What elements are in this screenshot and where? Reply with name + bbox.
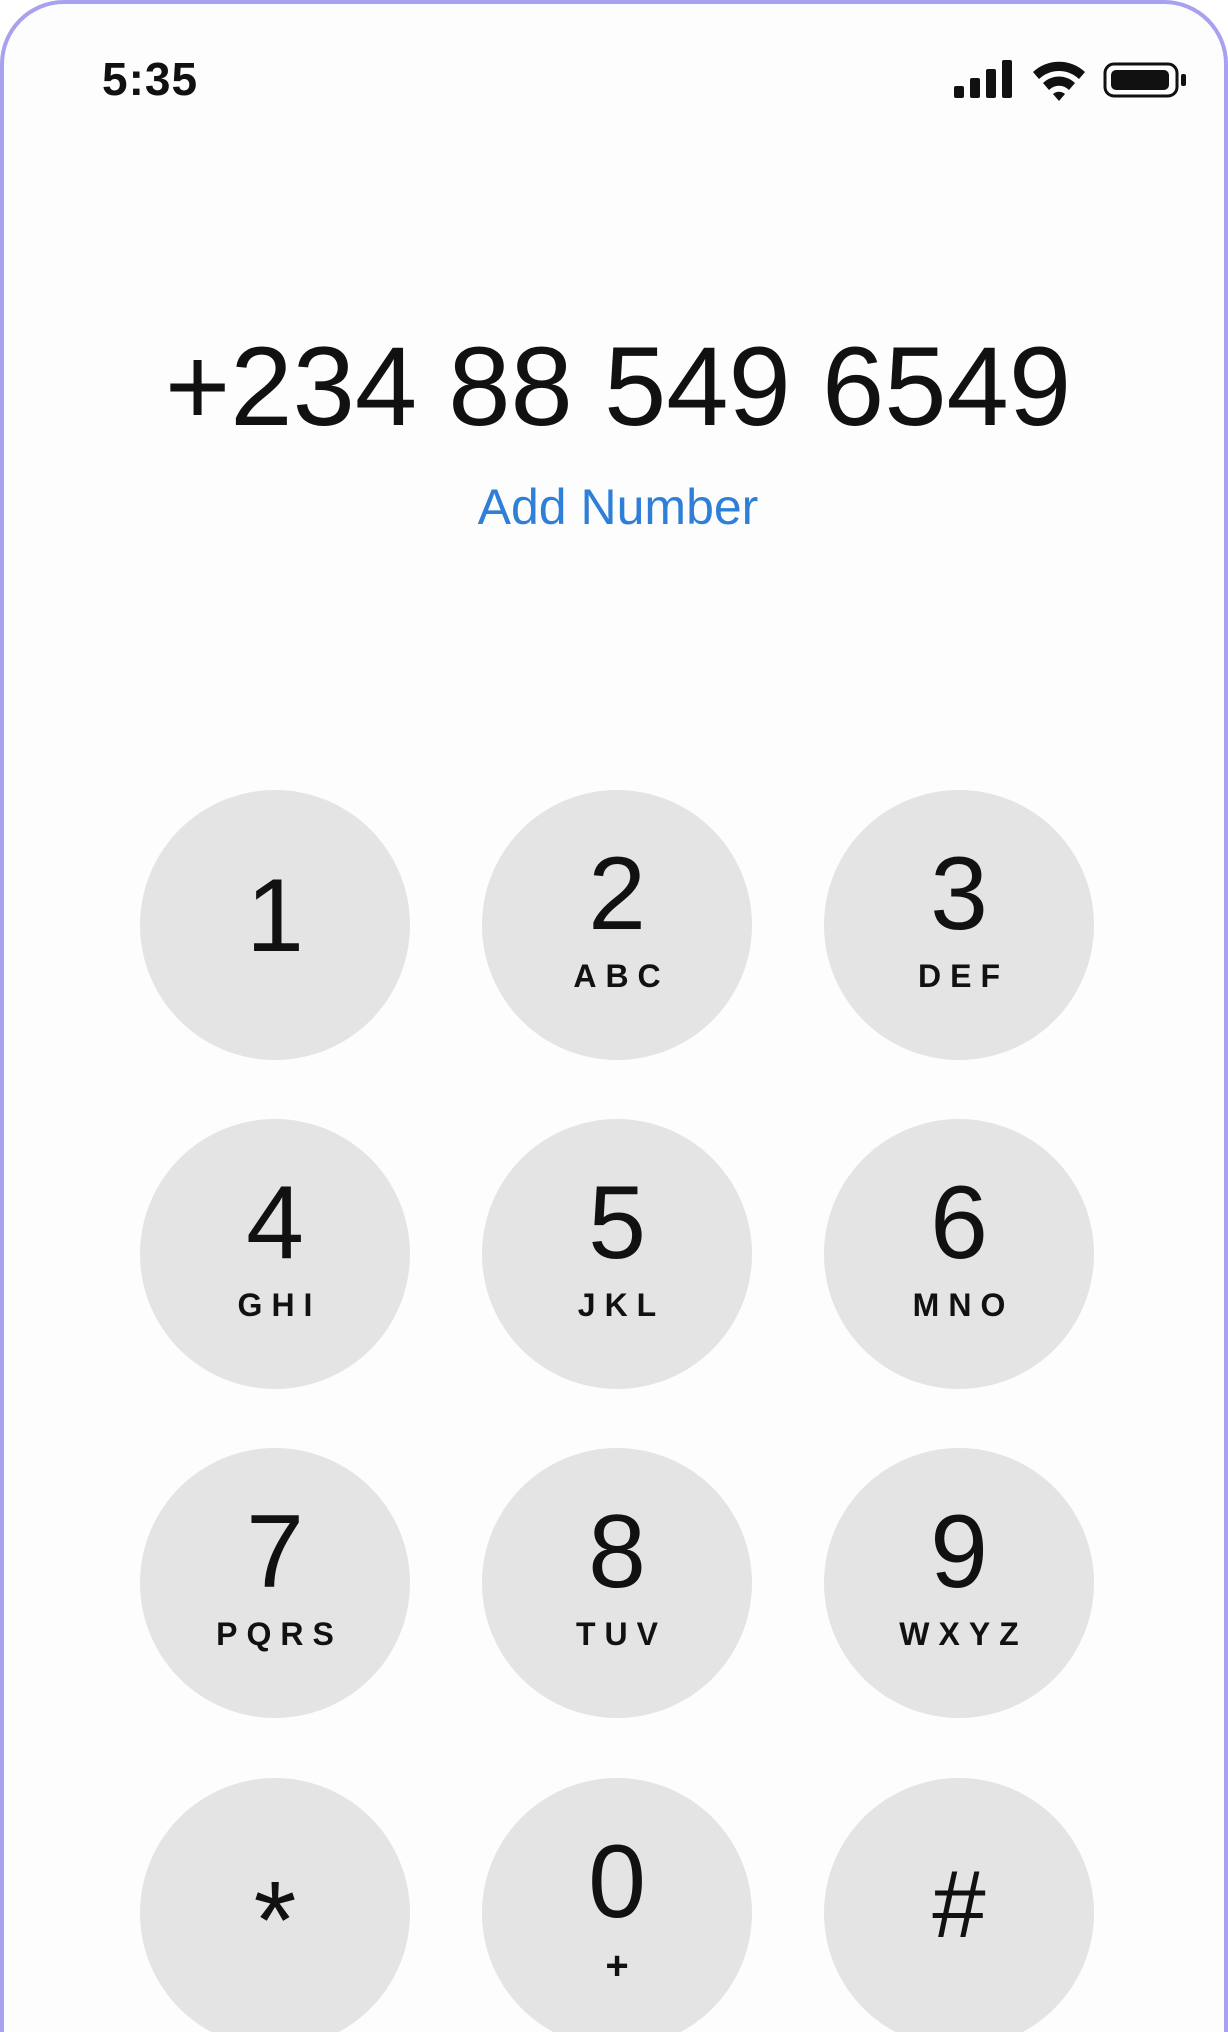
key-9[interactable]: 9 WXYZ bbox=[824, 1448, 1094, 1718]
key-letters: ABC bbox=[573, 958, 670, 994]
key-star[interactable]: * bbox=[140, 1778, 410, 2032]
key-letters: JKL bbox=[577, 1287, 666, 1323]
key-8[interactable]: 8 TUV bbox=[482, 1448, 752, 1718]
signal-icon bbox=[954, 60, 1012, 98]
key-digit: 0 bbox=[588, 1824, 646, 1940]
key-letters: TUV bbox=[576, 1616, 667, 1652]
key-digit: 5 bbox=[588, 1165, 646, 1281]
phone-screen: 5:35 +234 88 549 6549 Add Number 1 2 ABC… bbox=[0, 0, 1228, 2032]
key-2[interactable]: 2 ABC bbox=[482, 790, 752, 1060]
key-digit: 6 bbox=[930, 1165, 988, 1281]
key-5[interactable]: 5 JKL bbox=[482, 1119, 752, 1389]
key-letters: DEF bbox=[918, 958, 1009, 994]
key-digit: 4 bbox=[246, 1165, 304, 1281]
key-letters: GHI bbox=[237, 1287, 322, 1323]
key-digit: 8 bbox=[588, 1494, 646, 1610]
add-number-link[interactable]: Add Number bbox=[4, 478, 1224, 536]
key-3[interactable]: 3 DEF bbox=[824, 790, 1094, 1060]
key-letters: MNO bbox=[912, 1287, 1015, 1323]
key-digit: * bbox=[253, 1859, 297, 1982]
key-digit: 3 bbox=[930, 836, 988, 952]
key-4[interactable]: 4 GHI bbox=[140, 1119, 410, 1389]
status-icons bbox=[952, 56, 1192, 102]
key-0[interactable]: 0 + bbox=[482, 1778, 752, 2032]
key-digit: 7 bbox=[246, 1494, 304, 1610]
key-digit: 2 bbox=[588, 836, 646, 952]
key-letters: + bbox=[605, 1944, 629, 1988]
status-time: 5:35 bbox=[102, 53, 199, 105]
key-hash[interactable]: # bbox=[824, 1778, 1094, 2032]
key-7[interactable]: 7 PQRS bbox=[140, 1448, 410, 1718]
battery-icon bbox=[1103, 62, 1186, 98]
key-1[interactable]: 1 bbox=[140, 790, 410, 1060]
key-letters: PQRS bbox=[216, 1616, 343, 1652]
wifi-icon bbox=[1033, 61, 1085, 101]
key-digit: 9 bbox=[930, 1494, 988, 1610]
key-digit: # bbox=[932, 1851, 986, 1958]
key-letters: WXYZ bbox=[899, 1616, 1028, 1652]
key-digit: 1 bbox=[246, 858, 304, 974]
key-6[interactable]: 6 MNO bbox=[824, 1119, 1094, 1389]
dialed-number: +234 88 549 6549 bbox=[164, 324, 1072, 449]
